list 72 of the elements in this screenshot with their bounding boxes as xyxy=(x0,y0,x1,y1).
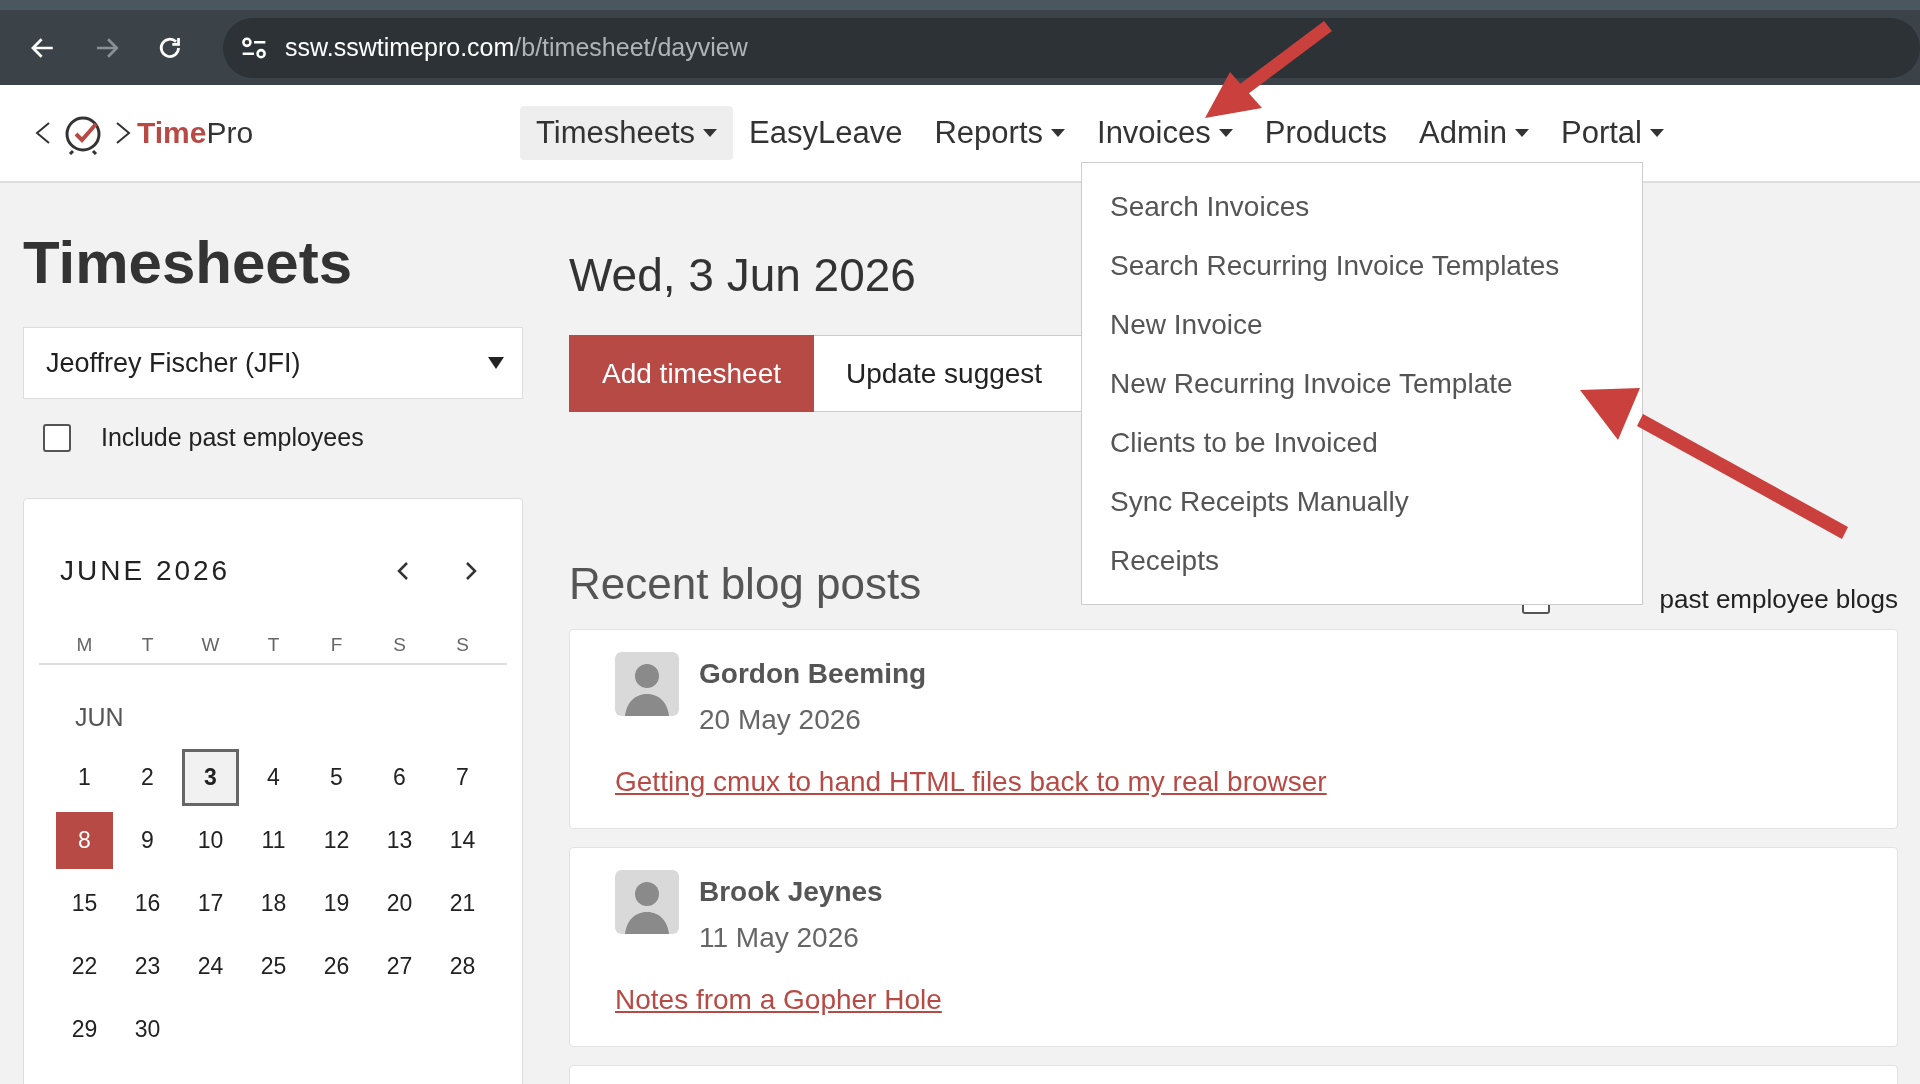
logo-text: TimePro xyxy=(137,116,254,150)
checkbox-label: past employee blogs xyxy=(1659,584,1898,615)
weekday-label: M xyxy=(76,633,93,657)
calendar-day[interactable]: 25 xyxy=(245,938,302,995)
calendar-day[interactable]: 4 xyxy=(245,749,302,806)
nav-link[interactable]: Reports xyxy=(918,106,1081,160)
calendar-day[interactable]: 21 xyxy=(434,875,491,932)
nav-link[interactable]: Admin xyxy=(1403,106,1545,160)
menu-item[interactable]: Clients to be Invoiced xyxy=(1082,413,1642,472)
checkbox[interactable] xyxy=(43,423,71,452)
url-host: ssw.sswtimepro.com xyxy=(285,33,515,62)
calendar-day[interactable]: 2 xyxy=(119,749,176,806)
page-title: Timesheets xyxy=(23,228,354,298)
calendar-day[interactable]: 14 xyxy=(434,812,491,869)
weekday-label: T xyxy=(141,633,154,657)
avatar-icon xyxy=(615,870,679,934)
nav-link[interactable]: Products xyxy=(1248,106,1404,160)
caret-icon xyxy=(488,357,504,369)
nav-link[interactable]: Timesheets xyxy=(520,106,734,160)
url-path: /b/timesheet/dayview xyxy=(514,33,748,62)
calendar-day[interactable]: 11 xyxy=(245,812,302,869)
calendar-day[interactable]: 20 xyxy=(371,875,428,932)
calendar-day[interactable]: 12 xyxy=(308,812,365,869)
checkbox-label: Include past employees xyxy=(101,423,364,452)
calendar-day[interactable]: 18 xyxy=(245,875,302,932)
calendar-day[interactable]: 6 xyxy=(371,749,428,806)
calendar-day[interactable]: 23 xyxy=(119,938,176,995)
calendar-day[interactable]: 30 xyxy=(119,1001,176,1058)
calendar-day[interactable]: 15 xyxy=(56,875,113,932)
employee-select[interactable]: Jeoffrey Fischer (JFI) xyxy=(23,327,523,399)
calendar-day[interactable]: 27 xyxy=(371,938,428,995)
calendar-day[interactable]: 7 xyxy=(434,749,491,806)
menu-item[interactable]: Search Recurring Invoice Templates xyxy=(1082,236,1642,295)
weekday-label: S xyxy=(456,633,469,657)
nav-link[interactable]: Invoices xyxy=(1081,106,1249,160)
calendar-day[interactable]: 10 xyxy=(182,812,239,869)
address-bar[interactable]: ssw.sswtimepro.com/b/timesheet/dayview xyxy=(223,17,1920,78)
nav-link[interactable]: Portal xyxy=(1544,106,1680,160)
post-date: 11 May 2026 xyxy=(699,922,860,954)
post-link[interactable]: Notes from a Gopher Hole xyxy=(615,984,942,1016)
calendar-day[interactable]: 19 xyxy=(308,875,365,932)
calendar-day[interactable]: 13 xyxy=(371,812,428,869)
avatar-icon xyxy=(615,652,679,716)
calendar-day[interactable]: 9 xyxy=(119,812,176,869)
calendar-day[interactable]: 29 xyxy=(56,1001,113,1058)
calendar-day[interactable]: 16 xyxy=(119,875,176,932)
calendar-day[interactable]: 8 xyxy=(56,812,113,869)
calendar-day[interactable]: 17 xyxy=(182,875,239,932)
menu-item[interactable]: Search Invoices xyxy=(1082,177,1642,236)
calendar-day[interactable]: 1 xyxy=(56,749,113,806)
weekday-label: W xyxy=(201,633,220,657)
nav-link[interactable]: EasyLeave xyxy=(733,106,919,160)
author-name: Brook Jeynes xyxy=(699,876,883,908)
post-link[interactable]: Getting cmux to hand HTML files back to my real browser xyxy=(615,766,1327,798)
calendar-day[interactable]: 28 xyxy=(434,938,491,995)
add-button[interactable]: Add timesheet xyxy=(569,335,814,412)
month-label: JUN xyxy=(74,702,125,732)
calendar-day[interactable]: 3 xyxy=(182,749,239,806)
date-heading: Wed, 3 Jun 2026 xyxy=(569,248,916,303)
calendar-day[interactable]: 24 xyxy=(182,938,239,995)
calendar-day[interactable]: 5 xyxy=(308,749,365,806)
menu-item[interactable]: Receipts xyxy=(1082,531,1642,590)
menu-item[interactable]: Sync Receipts Manually xyxy=(1082,472,1642,531)
calendar-day[interactable]: 22 xyxy=(56,938,113,995)
weekday-label: S xyxy=(393,633,406,657)
calendar-month: JUNE 2026 xyxy=(60,555,232,587)
section-heading: Recent blog posts xyxy=(569,558,922,610)
post-date: 20 May 2026 xyxy=(699,704,862,736)
weekday-label: F xyxy=(330,633,343,657)
author-name: Gordon Beeming xyxy=(699,658,927,690)
calendar-day[interactable]: 26 xyxy=(308,938,365,995)
weekday-label: T xyxy=(267,633,280,657)
